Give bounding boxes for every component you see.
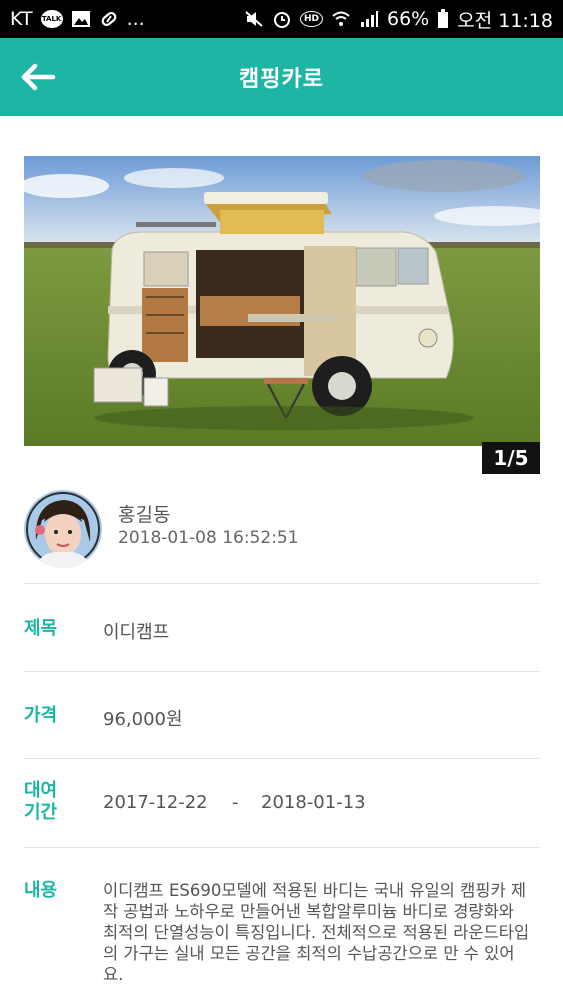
hd-voice-icon: HD	[299, 11, 323, 27]
divider	[24, 671, 540, 672]
signal-icon	[359, 10, 379, 28]
page-title: 캠핑카로	[239, 67, 324, 92]
kakaotalk-icon: TALK	[40, 10, 63, 28]
battery-percent: 66%	[387, 8, 430, 30]
title-label: 제목	[24, 618, 58, 639]
content-text: 이디캠프 ES690모델에 적용된 바디는 국내 유일의 캠핑카 제작 공법과 …	[103, 881, 530, 984]
status-bar-left: KT TALK ...	[10, 8, 145, 30]
rental-separator: -	[232, 792, 239, 813]
arrow-left-icon	[21, 63, 56, 91]
battery-icon	[437, 9, 449, 29]
clock: 오전 11:18	[457, 9, 553, 32]
alarm-icon	[272, 10, 292, 28]
price-label: 가격	[24, 705, 58, 726]
content-label: 내용	[24, 880, 58, 901]
back-button[interactable]	[18, 60, 58, 94]
rental-start-date: 2017-12-22	[103, 792, 208, 813]
divider	[24, 758, 540, 759]
photo-counter: 1/5	[482, 442, 540, 474]
pill-icon	[99, 10, 119, 28]
price-value: 96,000원	[103, 709, 183, 730]
listing-photo[interactable]	[24, 156, 540, 446]
rental-period-label-line2: 기간	[24, 802, 58, 823]
author-name: 홍길동	[118, 504, 171, 526]
more-notifications: ...	[126, 8, 145, 30]
rental-period-label-line1: 대여	[24, 780, 58, 801]
rental-period-label: 대여 기간	[24, 780, 84, 824]
app-bar: 캠핑카로	[0, 38, 563, 116]
title-value: 이디캠프	[103, 622, 170, 643]
status-bar-right: HD 66% 오전 11:18	[244, 6, 553, 33]
wifi-icon	[331, 10, 351, 28]
mute-icon	[244, 10, 264, 28]
status-bar: KT TALK ... HD 66% 오전 11:18	[0, 0, 563, 38]
divider	[24, 847, 540, 848]
post-datetime: 2018-01-08 16:52:51	[118, 528, 299, 548]
gallery-icon	[71, 10, 91, 28]
carrier-label: KT	[10, 8, 33, 30]
divider	[24, 583, 540, 584]
rental-end-date: 2018-01-13	[261, 792, 366, 813]
avatar	[24, 490, 102, 568]
